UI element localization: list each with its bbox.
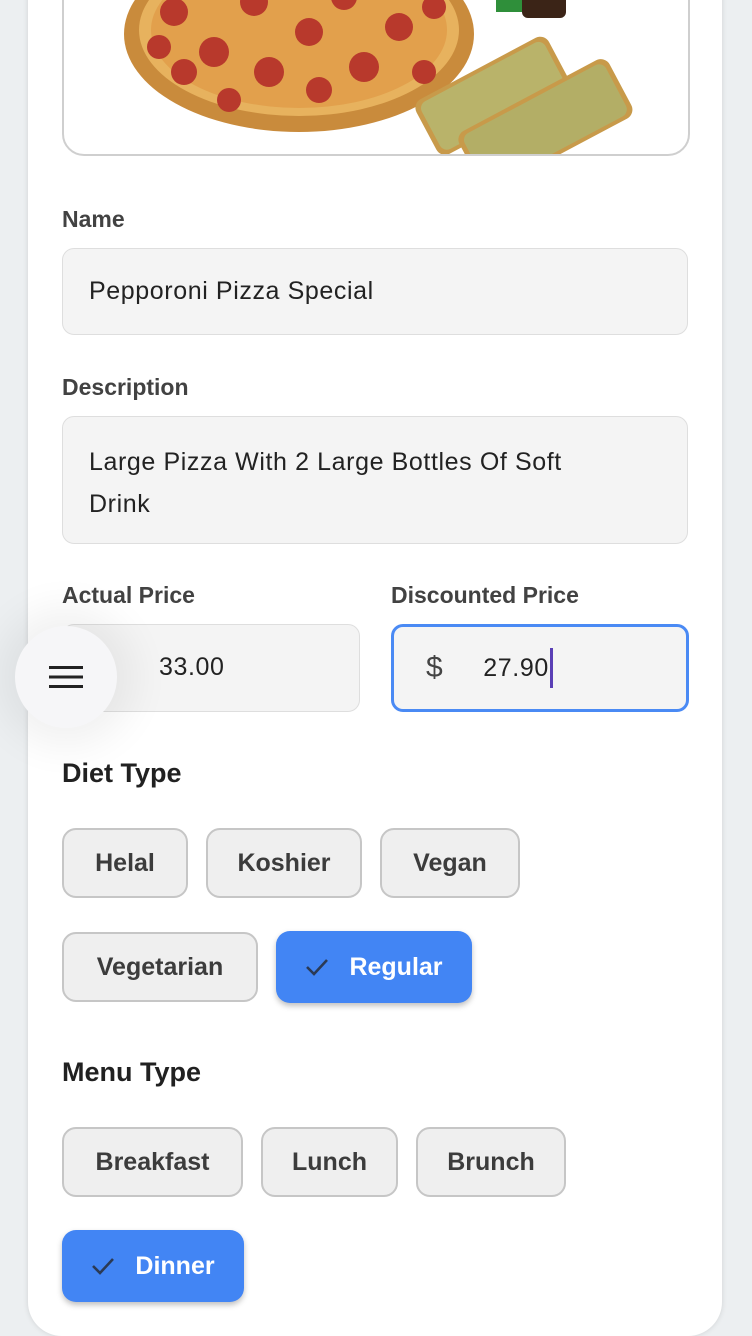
check-icon	[305, 957, 329, 977]
text-cursor	[549, 648, 553, 688]
chip-label: Lunch	[292, 1147, 367, 1176]
hamburger-menu-icon	[49, 666, 83, 688]
diet-chip-helal[interactable]: Helal	[62, 828, 188, 898]
chip-label: Koshier	[237, 848, 331, 877]
description-field[interactable]: Large Pizza With 2 Large Bottles Of Soft…	[62, 416, 688, 544]
discounted-price-value: 27.90	[483, 653, 549, 682]
name-field-value: Pepporoni Pizza Special	[89, 277, 374, 305]
check-icon	[91, 1256, 115, 1276]
product-image[interactable]	[62, 0, 690, 156]
discounted-price-field[interactable]: $ 27.90	[391, 624, 689, 712]
chip-label: Helal	[95, 848, 155, 877]
diet-chip-vegetarian[interactable]: Vegetarian	[62, 932, 258, 1002]
name-label: Name	[62, 206, 125, 232]
chip-label: Breakfast	[95, 1147, 210, 1176]
menu-chip-breakfast[interactable]: Breakfast	[62, 1127, 243, 1197]
menu-type-title: Menu Type	[62, 1057, 202, 1087]
menu-button[interactable]	[15, 626, 117, 728]
discounted-price-label: Discounted Price	[391, 582, 579, 608]
diet-type-title: Diet Type	[62, 758, 182, 788]
description-label: Description	[62, 374, 189, 400]
diet-chip-regular[interactable]: Regular	[276, 931, 472, 1003]
name-field[interactable]: Pepporoni Pizza Special	[62, 248, 688, 335]
menu-chip-dinner[interactable]: Dinner	[62, 1230, 244, 1302]
currency-symbol: $	[426, 651, 444, 684]
pizza-illustration	[124, 0, 633, 154]
diet-chip-vegan[interactable]: Vegan	[380, 828, 520, 898]
diet-chip-koshier[interactable]: Koshier	[206, 828, 362, 898]
chip-label: Vegan	[413, 848, 487, 877]
chip-label: Vegetarian	[96, 952, 224, 981]
chip-label: Brunch	[447, 1147, 535, 1176]
menu-chip-lunch[interactable]: Lunch	[261, 1127, 398, 1197]
chip-label: Regular	[349, 952, 443, 981]
chip-label: Dinner	[135, 1251, 215, 1280]
menu-chip-brunch[interactable]: Brunch	[416, 1127, 566, 1197]
actual-price-value: 33.00	[159, 653, 225, 681]
description-field-value: Large Pizza With 2 Large Bottles Of Soft…	[89, 448, 562, 518]
actual-price-label: Actual Price	[62, 582, 195, 608]
